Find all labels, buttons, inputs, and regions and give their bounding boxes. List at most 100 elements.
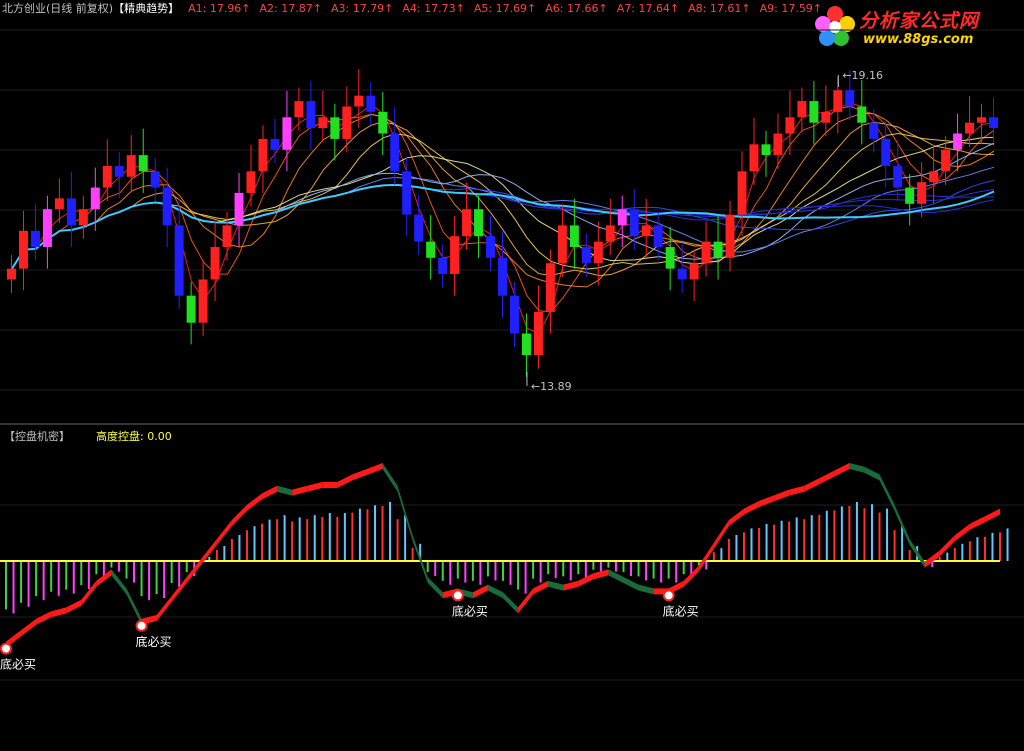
control-curve-segment <box>834 463 850 477</box>
control-curve-segment <box>774 489 790 502</box>
candle-body <box>593 241 603 264</box>
candle-body <box>66 198 76 226</box>
control-curve-segment <box>337 474 353 488</box>
control-curve-segment <box>352 468 368 481</box>
candle-body <box>929 171 939 183</box>
candle-body <box>258 138 268 172</box>
control-curve-segment <box>969 516 985 530</box>
candle-body <box>509 295 519 334</box>
candle-body <box>869 122 879 139</box>
control-curve-segment <box>126 588 142 625</box>
control-curve-segment <box>307 482 323 492</box>
candle-body <box>725 214 735 258</box>
candle-body <box>569 225 579 248</box>
candle-body <box>366 95 376 112</box>
candle-body <box>54 198 64 210</box>
control-curve-segment <box>713 520 729 549</box>
control-curve-segment <box>382 463 398 492</box>
candle-body <box>941 149 951 172</box>
candle-body <box>605 225 615 242</box>
buy-signal-label: 底必买 <box>0 657 36 672</box>
control-curve-segment <box>111 569 127 595</box>
control-curve-segment <box>21 618 37 637</box>
candle-body <box>306 101 316 129</box>
control-curve-segment <box>548 580 564 591</box>
candle-body <box>378 111 388 134</box>
candle-body <box>689 263 699 280</box>
control-curve-segment <box>728 508 744 526</box>
candle-body <box>414 214 424 242</box>
candle-body <box>42 209 52 248</box>
control-curve-segment <box>487 584 503 599</box>
candle-body <box>7 268 16 280</box>
control-curve-segment <box>638 584 654 595</box>
candle-body <box>545 263 555 312</box>
candle-body <box>150 171 160 188</box>
candle-body <box>270 138 280 150</box>
candle-body <box>186 295 196 323</box>
candle-body <box>450 236 460 275</box>
candle-body <box>977 117 987 123</box>
candle-body <box>749 144 759 172</box>
candle-body <box>557 225 567 264</box>
candle-body <box>533 311 543 356</box>
control-curve-segment <box>66 599 82 614</box>
candle-body <box>78 209 88 226</box>
control-curve-segment <box>51 607 67 618</box>
candle-body <box>665 247 675 269</box>
candle-body <box>629 209 639 237</box>
candle-body <box>498 257 507 296</box>
candle-body <box>390 133 400 172</box>
buy-signal-icon <box>451 589 464 602</box>
control-curve-segment <box>623 577 639 591</box>
buy-signal-icon <box>662 589 675 602</box>
control-curve-segment <box>789 485 805 496</box>
candle-body <box>426 241 436 258</box>
candle-body <box>773 133 783 156</box>
candle-body <box>30 230 40 248</box>
candle-body <box>18 230 28 269</box>
control-curve-segment <box>292 485 308 496</box>
buy-signal-icon <box>135 619 148 632</box>
buy-signal-icon <box>0 642 12 655</box>
candle-body <box>402 171 412 215</box>
candle-body <box>797 101 807 118</box>
control-curve-segment <box>954 523 970 542</box>
candle-body <box>198 279 208 323</box>
low-label: ←13.89 <box>531 380 572 393</box>
chart-canvas: ←19.16←13.89底必买底必买底必买 底必买 <box>0 29 1024 681</box>
candle-body <box>965 122 975 134</box>
control-curve-segment <box>367 463 383 475</box>
control-curve-segment <box>503 592 519 614</box>
candle-body <box>617 209 627 226</box>
control-curve-segment <box>563 580 579 591</box>
candle-body <box>953 133 963 150</box>
candle-body <box>845 90 855 107</box>
candle-body <box>342 106 352 139</box>
candle-body <box>701 241 711 264</box>
control-curve-segment <box>427 577 443 599</box>
candle-body <box>761 144 771 156</box>
candle-body <box>989 117 998 129</box>
candle-body <box>821 111 831 123</box>
candle-body <box>713 241 723 258</box>
candle-body <box>90 187 100 210</box>
candle-body <box>917 182 927 204</box>
candle-body <box>486 236 496 258</box>
control-curve-segment <box>819 470 835 485</box>
candle-body <box>282 117 292 150</box>
control-curve-segment <box>246 493 263 511</box>
candle-body <box>653 225 663 248</box>
control-curve-segment <box>322 482 338 488</box>
candle-body <box>581 247 591 264</box>
candle-body <box>462 209 472 237</box>
candle-body <box>809 101 819 123</box>
candle-body <box>210 247 220 280</box>
buy-signal-label: 底必买 <box>136 634 172 649</box>
control-curve-segment <box>36 611 52 625</box>
control-curve-segment <box>216 520 232 545</box>
candle-body <box>905 187 915 204</box>
control-curve-segment <box>472 584 488 599</box>
control-curve-segment <box>743 501 760 515</box>
candle-body <box>234 192 244 226</box>
